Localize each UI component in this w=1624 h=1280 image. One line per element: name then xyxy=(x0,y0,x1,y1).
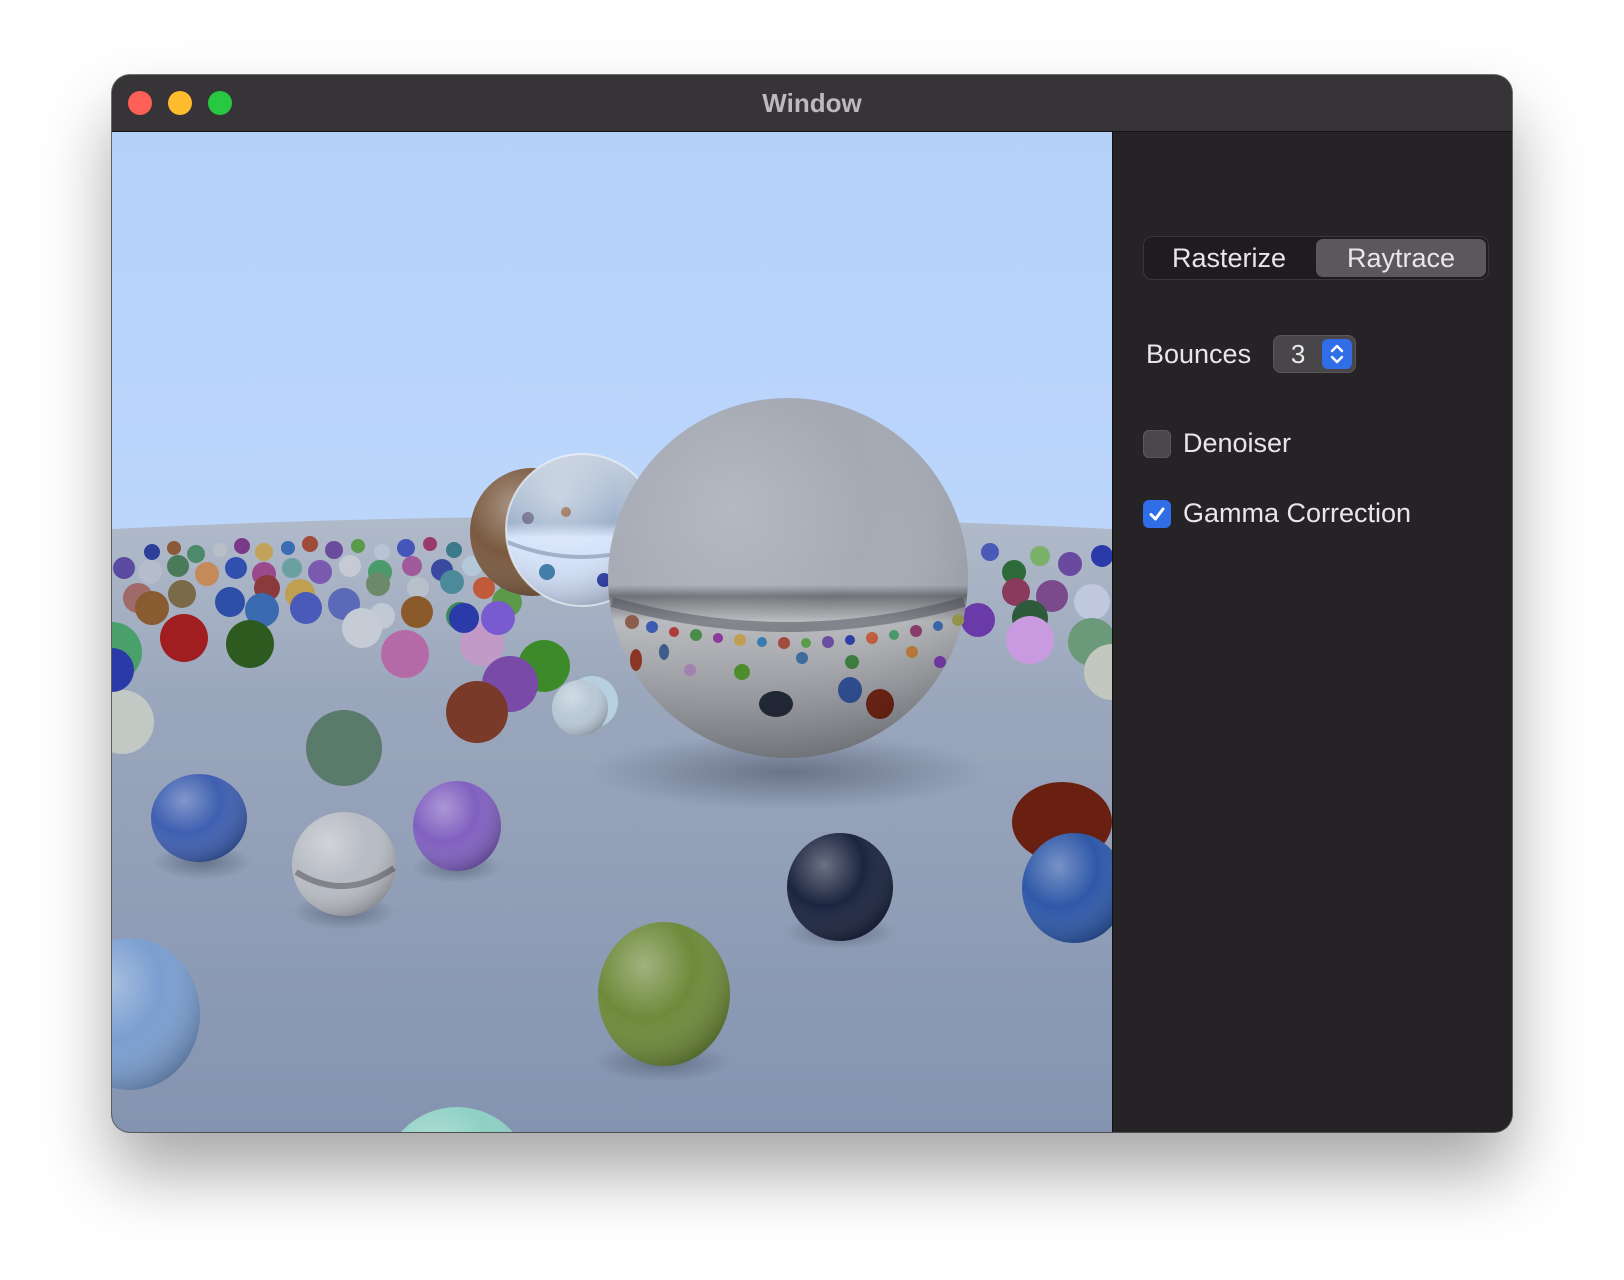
raytraced-scene-image xyxy=(112,132,1112,1132)
segment-raytrace[interactable]: Raytrace xyxy=(1316,239,1486,277)
gamma-correction-option[interactable]: Gamma Correction xyxy=(1143,498,1411,529)
gamma-correction-label[interactable]: Gamma Correction xyxy=(1183,498,1411,529)
bounces-stepper[interactable]: 3 xyxy=(1273,335,1357,373)
bounces-row: Bounces 3 xyxy=(1146,334,1357,374)
render-mode-segmented-control[interactable]: Rasterize Raytrace xyxy=(1143,236,1489,280)
denoiser-option[interactable]: Denoiser xyxy=(1143,428,1291,459)
settings-sidebar: Rasterize Raytrace Bounces 3 Denoiser Ga… xyxy=(1112,132,1512,1132)
app-window: Window Rasterize Raytrace Bounces 3 Deno… xyxy=(112,75,1512,1132)
title-bar[interactable]: Window xyxy=(112,75,1512,132)
segment-rasterize[interactable]: Rasterize xyxy=(1144,237,1314,279)
bounces-label: Bounces xyxy=(1146,338,1252,369)
render-viewport[interactable] xyxy=(112,132,1112,1132)
window-title: Window xyxy=(762,88,862,118)
denoiser-checkbox[interactable] xyxy=(1143,429,1171,458)
chevron-up-down-icon[interactable] xyxy=(1322,339,1353,369)
gamma-correction-checkbox[interactable] xyxy=(1143,499,1171,528)
bounces-value[interactable]: 3 xyxy=(1274,339,1322,370)
denoiser-label[interactable]: Denoiser xyxy=(1183,428,1291,459)
checkmark-icon xyxy=(1149,507,1165,520)
